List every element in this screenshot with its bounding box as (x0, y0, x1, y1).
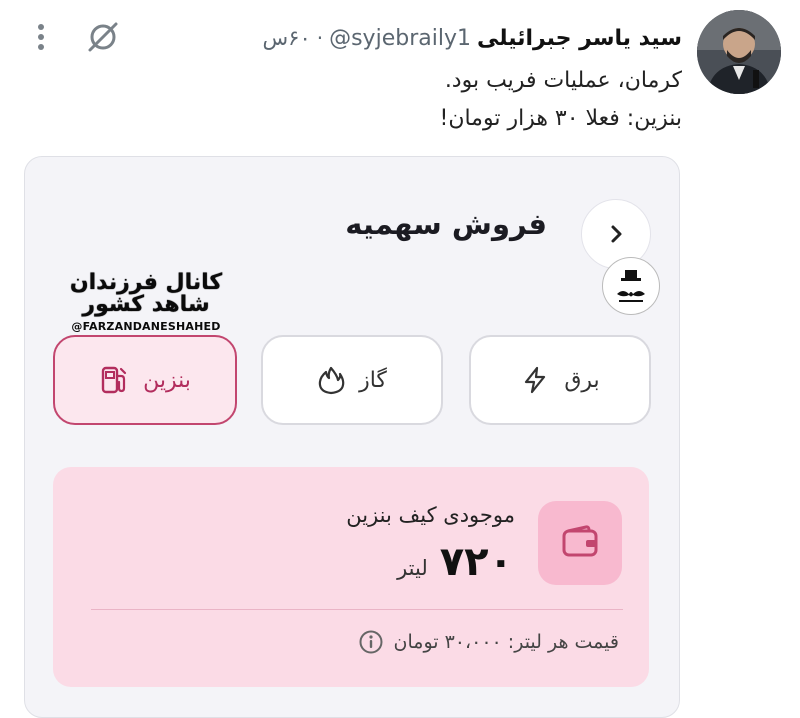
channel-logo (602, 257, 660, 315)
balance-value: ۷۲۰ (439, 539, 513, 585)
watermark-line: شاهد کشور (82, 292, 210, 317)
price-text: قیمت هر لیتر: ۳۰،۰۰۰ تومان (393, 631, 619, 653)
wallet-badge (538, 501, 622, 585)
wallet-icon (562, 525, 598, 557)
author-name[interactable]: سید یاسر جبرائیلی (477, 26, 682, 51)
channel-logo-icon (617, 270, 645, 302)
service-button-electricity[interactable]: برق (469, 335, 651, 425)
tweet-text: کرمان، عملیات فریب بود. بنزین: فعلا ۳۰ ه… (162, 62, 683, 138)
wallet-label: موجودی کیف بنزین (346, 503, 515, 527)
service-label: گاز (359, 367, 387, 393)
channel-watermark: کانال فرزندان شاهد کشور @FARZANDANESHAHE… (61, 270, 231, 334)
mute-icon[interactable] (86, 20, 120, 54)
tweet-time[interactable]: ۶۰س (263, 26, 311, 50)
balance-panel: موجودی کیف بنزین ۷۲۰ لیتر قیمت هر لیتر: … (53, 467, 649, 687)
attached-screenshot[interactable]: فروش سهمیه کانال فرزندان شاهد کشور @FARZ… (24, 156, 680, 718)
balance-amount: ۷۲۰ لیتر (397, 539, 513, 591)
tweet-text-line: کرمان، عملیات فریب بود. (444, 68, 682, 93)
author-handle[interactable]: @syjebraily1 (329, 26, 471, 51)
lightning-icon (525, 366, 546, 394)
page-title: فروش سهمیه (345, 207, 547, 241)
service-label: بنزین (143, 367, 191, 393)
balance-unit: لیتر (397, 556, 428, 580)
tweet-header: سید یاسر جبرائیلی @syjebraily1 · ۶۰س (263, 22, 682, 54)
chevron-right-icon (611, 225, 622, 243)
separator-dot: · (316, 26, 324, 50)
service-label: برق (564, 367, 600, 393)
watermark-handle: @FARZANDANESHAHED (71, 320, 221, 333)
watermark-line: کانال فرزندان (69, 270, 223, 295)
service-button-petrol[interactable]: بنزین (53, 335, 237, 425)
avatar-photo (697, 10, 781, 94)
divider (91, 609, 623, 610)
more-dots-icon[interactable] (34, 20, 48, 54)
info-icon[interactable] (358, 629, 384, 655)
flame-icon (318, 366, 345, 395)
avatar[interactable] (697, 10, 781, 94)
price-per-liter: قیمت هر لیتر: ۳۰،۰۰۰ تومان (358, 629, 619, 655)
fuel-pump-icon (101, 366, 127, 394)
tweet-text-line: بنزین: فعلا ۳۰ هزار تومان! (439, 106, 683, 131)
service-button-gas[interactable]: گاز (261, 335, 443, 425)
